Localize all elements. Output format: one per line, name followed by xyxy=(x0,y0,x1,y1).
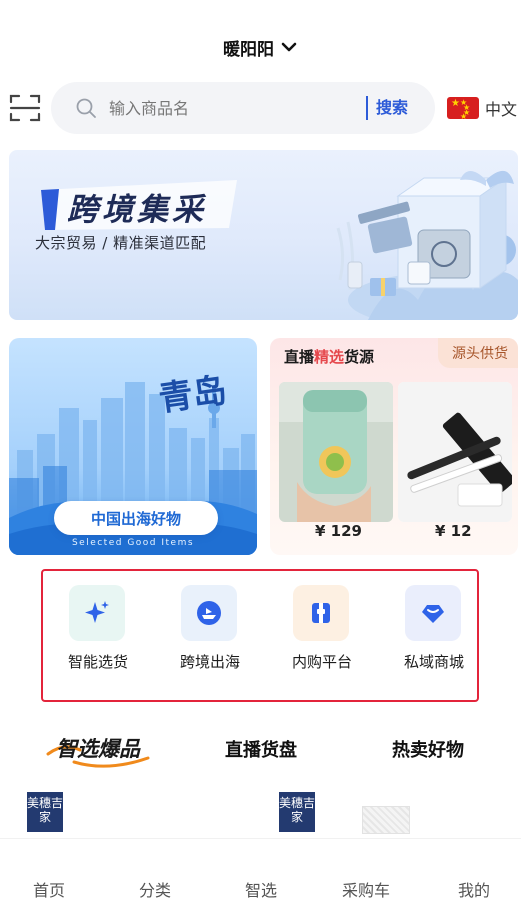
tool-label: 智能选货 xyxy=(67,653,128,671)
live-card-title-prefix: 直播 xyxy=(284,348,315,366)
tool-cross-border[interactable]: 跨境出海 xyxy=(155,585,265,681)
search-input[interactable] xyxy=(109,94,399,122)
header: 暖阳阳 xyxy=(0,30,521,64)
tab-hot-selling[interactable]: 热卖好物 xyxy=(392,736,464,762)
gift-box-icon xyxy=(293,585,349,641)
tab-smart-hot-items[interactable]: 智选爆品 xyxy=(44,728,150,768)
toothbrush-product-image xyxy=(398,382,512,522)
nav-smart-select[interactable]: 智选 xyxy=(245,877,277,900)
shop-selector[interactable]: 暖阳阳 xyxy=(223,35,298,60)
gift-box-illustration xyxy=(336,170,518,320)
glass-cup-product-image xyxy=(279,382,393,522)
qingdao-cta-subtext: Selected Good Items xyxy=(71,538,195,548)
brand-logo-thumbnail[interactable]: 美穗吉家 xyxy=(279,792,315,832)
live-card-title-suffix: 货源 xyxy=(344,348,375,366)
nav-purchase-cart[interactable]: 采购车 xyxy=(342,877,390,900)
search-button[interactable]: 搜索 xyxy=(376,94,408,118)
nav-category[interactable]: 分类 xyxy=(139,877,171,900)
source-supply-tag: 源头供货 xyxy=(438,338,518,368)
scan-icon[interactable] xyxy=(9,93,41,123)
product-thumb-cup[interactable] xyxy=(279,382,393,522)
live-card-title-highlight: 精选 xyxy=(314,348,345,366)
shop-name: 暖阳阳 xyxy=(223,39,274,60)
search-box: 搜索 xyxy=(51,82,435,134)
cross-border-banner[interactable]: 跨境集采 大宗贸易 / 精准渠道匹配 xyxy=(9,150,518,320)
search-divider xyxy=(366,96,368,120)
section-tabs: 智选爆品 直播货盘 热卖好物 xyxy=(0,728,521,772)
tool-internal-purchase[interactable]: 内购平台 xyxy=(267,585,377,681)
tab-live-supply[interactable]: 直播货盘 xyxy=(225,736,297,762)
tool-label: 跨境出海 xyxy=(179,653,240,671)
qingdao-cta-button[interactable]: 中国出海好物 xyxy=(54,501,218,535)
product-price: ¥ 12 xyxy=(435,522,472,540)
bottom-nav: 首页 分类 智选 采购车 我的 xyxy=(0,838,521,900)
live-sourcing-card[interactable]: 直播精选货源 源头供货 ¥ 129 ¥ 12 xyxy=(270,338,518,555)
nav-mine[interactable]: 我的 xyxy=(458,877,490,900)
search-icon xyxy=(76,98,96,118)
chevron-down-icon xyxy=(281,42,297,52)
banner-title-graphic: 跨境集采 xyxy=(41,180,237,230)
language-label: 中文 xyxy=(485,100,518,119)
ship-icon xyxy=(181,585,237,641)
tool-private-mall[interactable]: 私域商城 xyxy=(379,585,489,681)
tool-label: 内购平台 xyxy=(291,653,352,671)
tool-smart-selection[interactable]: 智能选货 xyxy=(43,585,153,681)
live-card-title: 直播精选货源 xyxy=(284,346,374,367)
language-switcher[interactable]: ★ ★ ★ ★ ★ 中文 xyxy=(447,96,517,120)
banner-title: 跨境集采 xyxy=(67,192,207,228)
product-thumb-toothbrush[interactable] xyxy=(398,382,512,522)
china-flag-icon: ★ ★ ★ ★ ★ xyxy=(447,97,479,119)
quick-tools-panel: 智能选货 跨境出海 内购平台 私域商城 xyxy=(41,569,479,702)
product-thumbnail[interactable] xyxy=(362,806,410,834)
qingdao-promo-card[interactable]: 青岛 中国出海好物 Selected Good Items xyxy=(9,338,257,555)
product-price: ¥ 129 xyxy=(315,522,362,540)
tool-label: 私域商城 xyxy=(403,653,464,671)
nav-home[interactable]: 首页 xyxy=(33,877,65,900)
sparkle-icon xyxy=(69,585,125,641)
brand-logo-thumbnail[interactable]: 美穗吉家 xyxy=(27,792,63,832)
diamond-heart-icon xyxy=(405,585,461,641)
tab-smart-hot-items-label: 智选爆品 xyxy=(56,737,141,761)
banner-subtitle: 大宗贸易 / 精准渠道匹配 xyxy=(35,234,207,252)
search-row: 搜索 ★ ★ ★ ★ ★ 中文 xyxy=(0,82,521,134)
